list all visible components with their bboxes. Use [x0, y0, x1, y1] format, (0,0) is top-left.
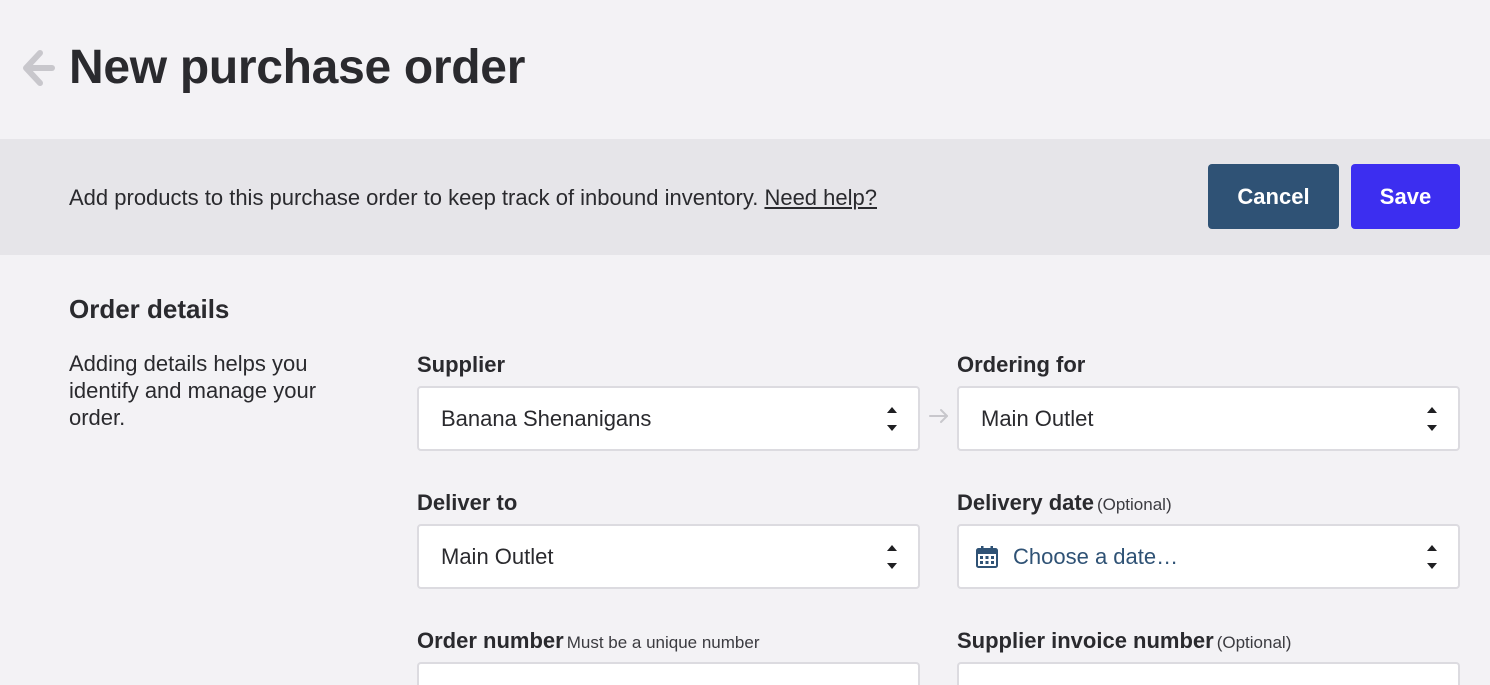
info-banner: Add products to this purchase order to k… — [0, 139, 1490, 255]
stepper-icon — [1427, 407, 1437, 431]
delivery-date-label-text: Delivery date — [957, 490, 1094, 515]
stepper-icon — [1427, 545, 1437, 569]
ordering-for-select[interactable]: Main Outlet — [957, 386, 1460, 451]
delivery-date-picker[interactable]: Choose a date… — [957, 524, 1460, 589]
stepper-icon — [887, 407, 897, 431]
ordering-for-label: Ordering for — [957, 352, 1086, 377]
cancel-button[interactable]: Cancel — [1208, 164, 1339, 229]
calendar-icon — [976, 546, 998, 568]
order-number-label: Order number Must be a unique number — [417, 627, 760, 657]
deliver-to-select[interactable]: Main Outlet — [417, 524, 920, 589]
section-description: Adding details helps you identify and ma… — [69, 351, 317, 430]
supplier-invoice-number-label: Supplier invoice number (Optional) — [957, 627, 1291, 657]
supplier-invoice-number-hint: (Optional) — [1216, 633, 1292, 652]
supplier-invoice-number-input[interactable] — [957, 662, 1460, 685]
delivery-date-hint: (Optional) — [1096, 495, 1172, 514]
arrow-left-icon[interactable] — [20, 47, 56, 89]
deliver-to-label: Deliver to — [417, 490, 518, 515]
deliver-to-value: Main Outlet — [441, 544, 554, 569]
section-title: Order details — [69, 294, 230, 324]
supplier-invoice-number-label-text: Supplier invoice number — [957, 628, 1214, 653]
supplier-value: Banana Shenanigans — [441, 406, 652, 431]
page-header: New purchase order — [0, 0, 1490, 139]
supplier-label: Supplier — [417, 352, 506, 377]
order-number-label-text: Order number — [417, 628, 564, 653]
page-title: New purchase order — [69, 41, 526, 94]
supplier-select[interactable]: Banana Shenanigans — [417, 386, 920, 451]
need-help-link[interactable]: Need help? — [764, 185, 877, 210]
delivery-date-label: Delivery date (Optional) — [957, 489, 1172, 519]
arrow-right-icon — [929, 409, 948, 423]
banner-message: Add products to this purchase order to k… — [69, 184, 877, 212]
stepper-icon — [887, 545, 897, 569]
delivery-date-placeholder: Choose a date… — [1013, 544, 1179, 569]
order-number-input[interactable] — [417, 662, 920, 685]
save-button[interactable]: Save — [1351, 164, 1460, 229]
banner-text: Add products to this purchase order to k… — [69, 185, 759, 210]
ordering-for-value: Main Outlet — [981, 406, 1094, 431]
order-number-hint: Must be a unique number — [566, 633, 760, 652]
